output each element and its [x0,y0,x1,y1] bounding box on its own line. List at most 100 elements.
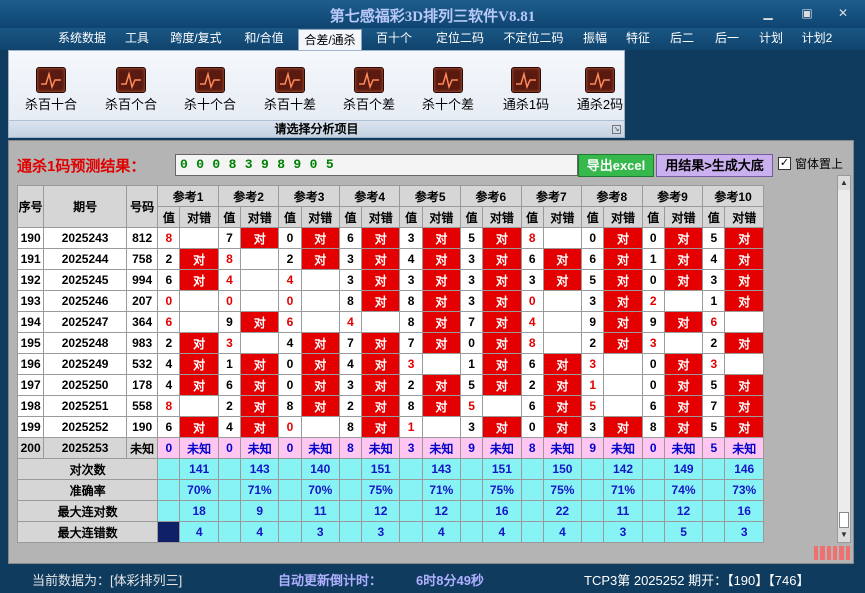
stats-value: 4 [240,521,280,543]
hit-mark: 对 [724,248,764,270]
stats-value: 141 [179,458,219,480]
stats-value: 151 [361,458,401,480]
status-countdown-label: 自动更新倒计时： [278,573,383,588]
row-number: 558 [125,395,159,417]
scroll-down-icon[interactable]: ▼ [838,528,850,542]
ref-value: 0 [217,290,242,312]
menu-item-13[interactable]: 计划 [754,28,788,50]
ref-header: 参考7 [520,185,583,207]
ribbon-button-5[interactable]: 杀百个差 [334,67,404,113]
hit-mark: 对 [542,395,583,417]
stats-blank [520,521,544,543]
stats-blank [641,458,665,480]
miss-mark [724,311,764,333]
table-row[interactable]: 196 2025249 532 4 对 1 对 0 对 4 对 3 1 对 6 对 3 0 对 3 [16,353,764,375]
ref-value: 8 [338,290,363,312]
row-period: 2025246 [43,290,127,312]
current-row[interactable]: 200 2025253 未知 0 未知 0 未知 0 未知 8 未知 3 未知 9 未知 8 未知 9 未知 0 未知 5… [16,437,764,459]
ref-value: 4 [278,332,302,354]
always-on-top-checkbox[interactable]: ✓ [778,157,791,170]
ref-value: 3 [460,269,484,291]
ref-value: 3 [581,416,605,438]
table-row[interactable]: 197 2025250 178 4 对 6 对 0 对 3 对 2 对 5 对 2 对 1 0 对 5 对 [16,374,764,396]
table-row[interactable]: 195 2025248 983 2 对 3 4 对 7 对 7 对 0 对 8 2 对 3 2 对 [16,332,764,354]
menu-item-5[interactable]: 合差/通杀 [298,29,362,51]
miss-mark [603,395,643,417]
ref-header: 参考9 [641,185,704,207]
row-number: 364 [125,311,159,333]
export-excel-button[interactable]: 导出excel [578,154,654,177]
value-subheader: 值 [520,206,544,228]
ribbon-button-4[interactable]: 杀百十差 [255,67,325,113]
ribbon-button-2[interactable]: 杀百个合 [96,67,166,113]
menu-item-2[interactable]: 工具 [120,28,154,50]
ribbon-button-6[interactable]: 杀十个差 [413,67,483,113]
ribbon-button-1[interactable]: 杀百十合 [16,67,86,113]
resize-grip[interactable] [814,546,850,560]
generate-base-button[interactable]: 用结果>生成大底 [656,154,773,177]
ref-value: 0 [641,437,665,459]
close-icon[interactable]: ✕ [832,6,854,20]
row-seq: 200 [16,437,45,459]
menu-item-4[interactable]: 和/合值 [238,28,290,50]
ribbon-button-3[interactable]: 杀十个合 [175,67,245,113]
ref-value: 8 [520,437,544,459]
minimize-icon[interactable]: ▁ [757,6,779,20]
scroll-thumb[interactable] [839,512,849,528]
chart-icon [585,67,615,93]
menu-item-8[interactable]: 不定位二码 [497,28,570,50]
ref-value: 6 [641,395,665,417]
stats-value: 70% [179,479,219,501]
stats-blank [581,479,605,501]
hit-mark: 对 [663,374,704,396]
menu-item-6[interactable]: 百十个 [372,28,416,50]
hit-mark: 对 [663,416,704,438]
table-row[interactable]: 192 2025245 994 6 对 4 4 3 对 3 对 3 对 3 对 5 对 0 对 3 对 [16,269,764,291]
menu-item-14[interactable]: 计划2 [797,28,837,50]
table-row[interactable]: 199 2025252 190 6 对 4 对 0 8 对 1 3 对 0 对 3 对 8 对 5 对 [16,416,764,438]
value-subheader: 值 [399,206,423,228]
table-row[interactable]: 190 2025243 812 8 7 对 0 对 6 对 3 对 5 对 8 0 对 0 对 5 对 [16,227,764,249]
stats-blank [278,479,302,501]
ref-value: 2 [157,332,181,354]
dialog-launcher-icon[interactable]: ↘ [612,125,621,134]
table-row[interactable]: 194 2025247 364 6 9 对 6 4 8 对 7 对 4 9 对 9 对 6 [16,311,764,333]
table-row[interactable]: 193 2025246 207 0 0 0 8 对 8 对 3 对 0 3 对 2 1 对 [16,290,764,312]
result-field[interactable]: 0 0 0 8 3 9 8 9 0 5 [175,154,578,176]
menu-item-9[interactable]: 振幅 [578,28,612,50]
menu-item-12[interactable]: 后一 [708,28,746,50]
hit-mark: 对 [663,269,704,291]
ref-value: 8 [641,416,665,438]
stats-blank [278,521,302,543]
unknown-mark: 未知 [421,437,462,459]
row-seq: 197 [16,374,45,396]
ribbon-button-label: 杀百个差 [342,97,395,112]
menu-item-7[interactable]: 定位二码 [430,28,490,50]
stats-value: 4 [421,521,462,543]
scroll-up-icon[interactable]: ▲ [838,176,850,190]
menu-item-11[interactable]: 后二 [663,28,701,50]
row-seq: 199 [16,416,45,438]
table-row[interactable]: 191 2025244 758 2 对 8 2 对 3 对 4 对 3 对 6 对 6 对 1 对 4 对 [16,248,764,270]
hit-mark: 对 [663,395,704,417]
stats-blank [157,521,181,543]
ref-value: 3 [520,269,544,291]
menu-item-10[interactable]: 特征 [621,28,655,50]
ref-value: 0 [641,269,665,291]
ribbon-button-8[interactable]: 通杀2码 [565,67,635,113]
ref-value: 3 [338,248,363,270]
ref-value: 0 [157,290,181,312]
ref-value: 8 [399,290,423,312]
menu-item-1[interactable]: 系统数据 [52,28,112,50]
stats-row: 最大连对数 18 9 11 12 12 16 22 11 12 16 [16,500,764,522]
restore-icon[interactable]: ▣ [796,6,818,20]
mark-subheader: 对错 [663,206,704,228]
menu-item-3[interactable]: 跨度/复式 [163,28,229,50]
vertical-scrollbar[interactable]: ▲ ▼ [837,175,851,543]
ref-value: 2 [157,248,181,270]
ribbon-button-7[interactable]: 通杀1码 [491,67,561,113]
stats-value: 142 [603,458,643,480]
table-row[interactable]: 198 2025251 558 8 2 对 8 对 2 对 8 对 5 6 对 5 6 对 7 对 [16,395,764,417]
ref-value: 6 [157,269,181,291]
ref-value: 4 [702,248,726,270]
